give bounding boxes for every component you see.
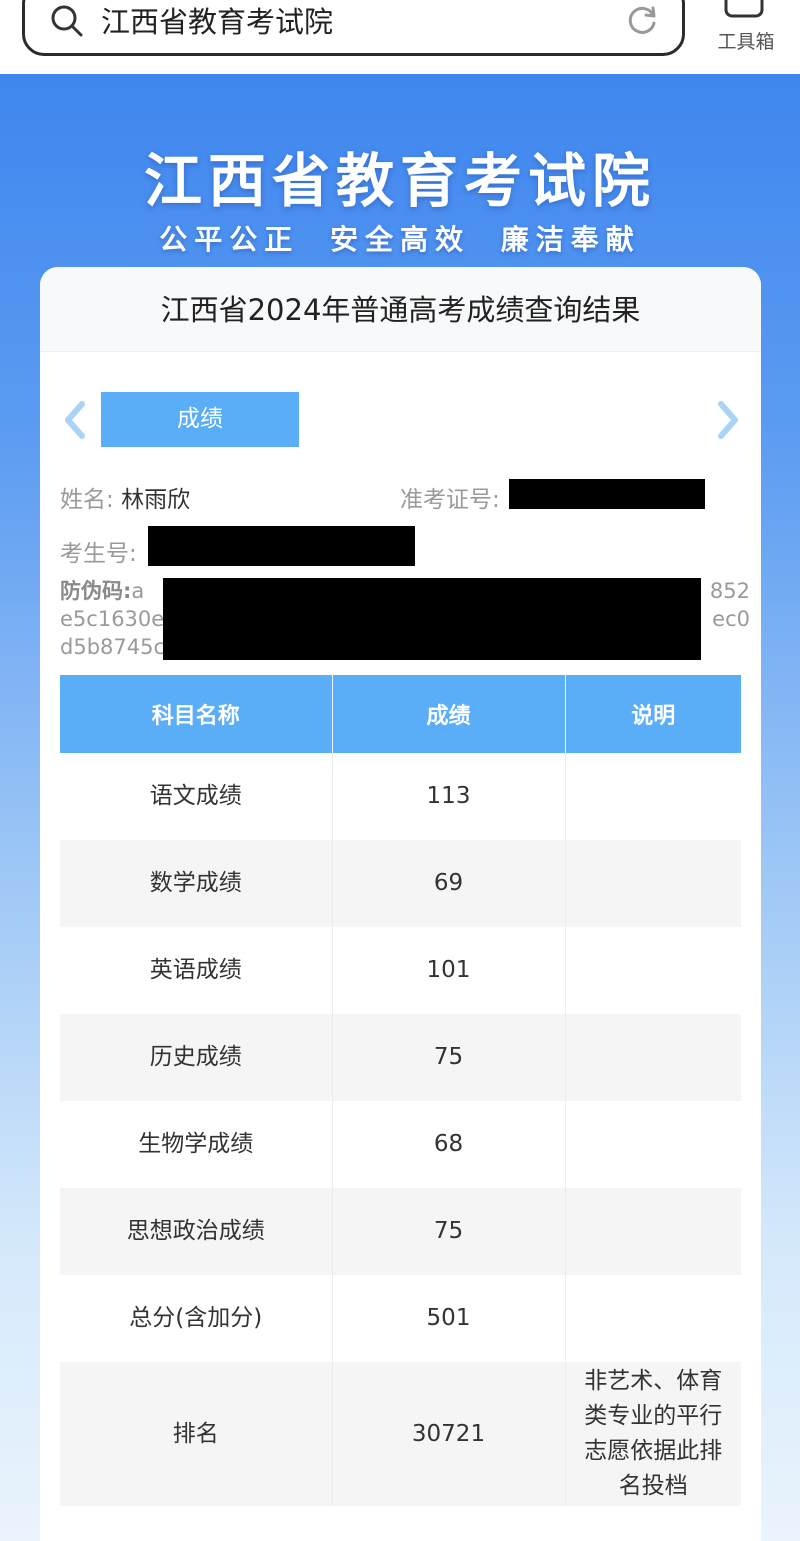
- anti-fake-frag-4: ec0: [712, 607, 750, 631]
- refresh-icon[interactable]: [626, 3, 660, 37]
- note-cell: [565, 1275, 741, 1362]
- tab-score[interactable]: 成绩: [101, 392, 299, 447]
- anti-fake-frag-3: e5c1630e: [60, 607, 165, 631]
- site-title: 江西省教育考试院: [143, 147, 656, 215]
- toolbox-icon: [724, 0, 764, 18]
- name-value: 林雨欣: [121, 487, 191, 513]
- note-cell: 非艺术、体育类专业的平行志愿依据此排名投档: [565, 1362, 741, 1506]
- score-cell: 69: [332, 840, 566, 927]
- note-cell: [565, 840, 741, 927]
- subject-cell: 生物学成绩: [60, 1101, 333, 1188]
- table-row: 语文成绩 113: [60, 753, 741, 840]
- header-subject: 科目名称: [60, 675, 333, 753]
- redaction-admission-number: [509, 479, 705, 509]
- subject-cell: 总分(含加分): [60, 1275, 333, 1362]
- score-cell: 101: [332, 927, 566, 1014]
- toolbox-label: 工具箱: [717, 31, 775, 53]
- table-row: 数学成绩 69: [60, 840, 741, 927]
- score-cell: 75: [332, 1014, 566, 1101]
- subject-cell: 排名: [60, 1362, 333, 1506]
- search-icon: [51, 5, 83, 37]
- redaction-anti-fake-code: [163, 578, 701, 660]
- name-row: 姓名: 林雨欣: [60, 480, 190, 514]
- score-cell: 68: [332, 1101, 566, 1188]
- note-cell: [565, 927, 741, 1014]
- site-slogan: 公平公正 安全高效 廉洁奉献: [159, 223, 641, 256]
- note-cell: [565, 1014, 741, 1101]
- examinee-label: 考生号:: [60, 541, 137, 567]
- table-row: 生物学成绩 68: [60, 1101, 741, 1188]
- subject-cell: 英语成绩: [60, 927, 333, 1014]
- admission-number-row: 准考证号:: [400, 480, 500, 514]
- table-row: 总分(含加分) 501: [60, 1275, 741, 1362]
- score-cell: 501: [332, 1275, 566, 1362]
- result-card: 江西省2024年普通高考成绩查询结果 成绩 姓名: 林雨欣 准考证号: 考生号:…: [40, 267, 761, 1541]
- address-search-bar[interactable]: 江西省教育考试院: [22, 0, 685, 56]
- anti-fake-frag-2: 852: [709, 579, 750, 603]
- toolbox-button[interactable]: 工具箱: [706, 0, 786, 70]
- card-header: 江西省2024年普通高考成绩查询结果: [40, 267, 761, 352]
- name-label: 姓名:: [60, 487, 114, 513]
- note-cell: [565, 1101, 741, 1188]
- redaction-examinee-number: [148, 526, 415, 566]
- note-cell: [565, 1188, 741, 1275]
- subject-cell: 历史成绩: [60, 1014, 333, 1101]
- table-row: 英语成绩 101: [60, 927, 741, 1014]
- table-header-row: 科目名称 成绩 说明: [60, 675, 741, 753]
- subject-cell: 思想政治成绩: [60, 1188, 333, 1275]
- score-cell: 113: [332, 753, 566, 840]
- table-row: 排名 30721 非艺术、体育类专业的平行志愿依据此排名投档: [60, 1362, 741, 1506]
- anti-fake-frag-1: a: [131, 579, 145, 603]
- subject-cell: 数学成绩: [60, 840, 333, 927]
- header-score: 成绩: [332, 675, 566, 753]
- chevron-left-icon[interactable]: [62, 400, 88, 440]
- header-note: 说明: [565, 675, 741, 753]
- anti-fake-frag-5: d5b8745c: [60, 635, 166, 659]
- score-table: 科目名称 成绩 说明 语文成绩 113 数学成绩 69 英语成绩 101 历史成…: [60, 675, 741, 1506]
- anti-fake-label: 防伪码:: [60, 579, 132, 603]
- note-cell: [565, 753, 741, 840]
- address-text: 江西省教育考试院: [101, 5, 334, 39]
- examinee-number-row: 考生号:: [60, 534, 137, 568]
- admission-label: 准考证号:: [400, 487, 500, 513]
- subject-cell: 语文成绩: [60, 753, 333, 840]
- browser-toolbar: 江西省教育考试院 工具箱: [0, 0, 800, 74]
- score-cell: 30721: [332, 1362, 566, 1506]
- table-row: 思想政治成绩 75: [60, 1188, 741, 1275]
- chevron-right-icon[interactable]: [715, 400, 741, 440]
- table-row: 历史成绩 75: [60, 1014, 741, 1101]
- score-cell: 75: [332, 1188, 566, 1275]
- card-title: 江西省2024年普通高考成绩查询结果: [160, 293, 641, 327]
